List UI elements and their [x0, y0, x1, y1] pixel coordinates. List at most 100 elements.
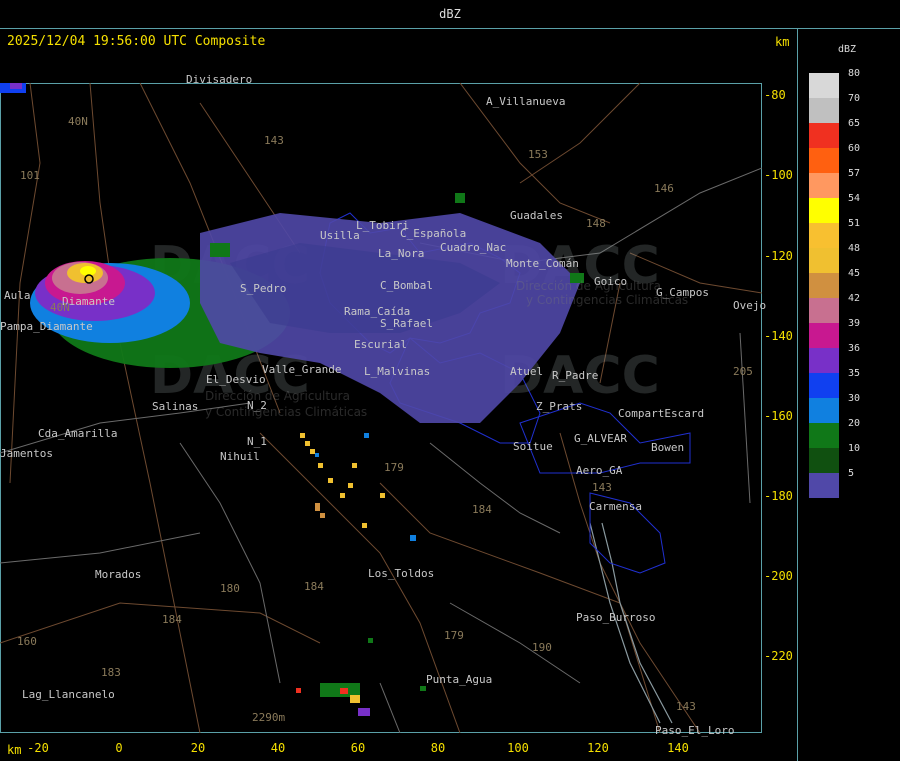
route-label: 160: [17, 635, 37, 648]
legend-label: 70: [848, 93, 861, 104]
radar-map[interactable]: 2025/12/04 19:56:00 UTC Composite km DAC…: [0, 29, 798, 761]
legend-label: 36: [848, 343, 861, 354]
place-label: Carmensa: [589, 500, 642, 513]
place-label: Divisadero: [186, 73, 253, 86]
legend-swatch: [809, 398, 839, 423]
place-label: Morados: [95, 568, 142, 581]
route-label: 180: [220, 582, 240, 595]
route-label: 143: [592, 481, 612, 494]
legend-label: 20: [848, 418, 861, 429]
place-label: Aula: [4, 289, 31, 302]
place-label: Los_Toldos: [368, 567, 435, 580]
legend-label: 39: [848, 318, 861, 329]
y-tick-label: -160: [764, 409, 793, 423]
route-label: 184: [472, 503, 492, 516]
route-label: 143: [264, 134, 284, 147]
legend-label: 80: [848, 68, 861, 79]
place-label: Escurial: [354, 338, 407, 351]
place-label: Soitue: [513, 440, 553, 453]
place-label: A_Villanueva: [486, 95, 566, 108]
y-tick-label: -180: [764, 489, 793, 503]
place-label: Paso_Burroso: [576, 611, 656, 624]
place-label: Jamentos: [0, 447, 53, 460]
place-label: Pampa_Diamante: [0, 320, 93, 333]
legend-swatch: [809, 323, 839, 348]
legend-label: 30: [848, 393, 861, 404]
x-tick-label: 120: [587, 741, 609, 755]
legend-swatch: [809, 373, 839, 398]
legend-swatch: [809, 198, 839, 223]
x-tick-label: 100: [507, 741, 529, 755]
place-label: Monte_Comán: [506, 257, 579, 270]
legend-swatch: [809, 473, 839, 498]
place-label: Cuadro_Nac: [440, 241, 507, 254]
route-label: 184: [304, 580, 324, 593]
place-label: Usilla: [320, 229, 360, 242]
place-label: Z_Prats: [536, 400, 583, 413]
place-label: Guadales: [510, 209, 563, 222]
place-label: Atuel: [510, 365, 544, 378]
legend-swatch: [809, 348, 839, 373]
legend-label: 48: [848, 243, 861, 254]
place-label: C_Española: [400, 227, 467, 240]
watermark-subtitle: Dirección de Agricultura: [205, 389, 350, 403]
route-label: 183: [101, 666, 121, 679]
legend-swatch: [809, 223, 839, 248]
place-label: R_Padre: [552, 369, 599, 382]
legend-label: 35: [848, 368, 861, 379]
legend-swatch: [809, 248, 839, 273]
legend-label: 54: [848, 193, 861, 204]
place-label: Lag_Llancanelo: [22, 688, 115, 701]
legend-label: 65: [848, 118, 861, 129]
legend-swatch: [809, 73, 839, 98]
y-tick-label: -200: [764, 569, 793, 583]
route-label: 153: [528, 148, 548, 161]
y-tick-label: -220: [764, 649, 793, 663]
place-label: C_Bombal: [380, 279, 433, 292]
legend-swatch: [809, 448, 839, 473]
y-axis-unit-label: km: [775, 35, 790, 49]
legend-swatch: [809, 98, 839, 123]
y-tick-label: -80: [764, 88, 786, 102]
place-label: S_Pedro: [240, 282, 287, 295]
route-label: 190: [532, 641, 552, 654]
x-tick-label: 60: [350, 741, 366, 755]
route-label: 205: [733, 365, 753, 378]
place-label: Punta_Agua: [426, 673, 493, 686]
place-label: N_1: [247, 435, 267, 448]
legend-swatch: [809, 123, 839, 148]
place-label: Aero_GA: [576, 464, 623, 477]
x-tick-label: 40: [270, 741, 286, 755]
legend-label: 51: [848, 218, 861, 229]
place-label: G_ALVEAR: [574, 432, 627, 445]
place-label: Cda_Amarilla: [38, 427, 118, 440]
color-legend: dBZ 80 70 65 60 57 54 51 48 45 42 39 36 35 30 20 10 5: [798, 29, 900, 761]
legend-swatch: [809, 298, 839, 323]
legend-swatch: [809, 173, 839, 198]
x-axis-unit-label: km: [7, 743, 22, 757]
watermark-subtitle: y Contingencias Climáticas: [526, 293, 689, 307]
x-tick-label: -20: [27, 741, 49, 755]
place-label: Nihuil: [220, 450, 260, 463]
route-label: 179: [444, 629, 464, 642]
route-label: 2290m: [252, 711, 286, 724]
legend-swatch: [809, 148, 839, 173]
legend-label: 10: [848, 443, 861, 454]
watermark-subtitle: Dirección de Agricultura: [516, 279, 661, 293]
place-label: L_Malvinas: [364, 365, 431, 378]
route-label: 143: [676, 700, 696, 713]
watermark-subtitle: y Contingencias Climáticas: [205, 405, 368, 419]
legend-swatch: [809, 273, 839, 298]
place-label: Ovejo: [733, 299, 767, 312]
route-label: 101: [20, 169, 40, 182]
place-label: S_Rafael: [380, 317, 433, 330]
y-tick-label: -100: [764, 168, 793, 182]
place-label: La_Nora: [378, 247, 425, 260]
place-label: Salinas: [152, 400, 199, 413]
place-label: Valle_Grande: [262, 363, 342, 376]
route-label: 148: [586, 217, 606, 230]
y-tick-label: -120: [764, 249, 793, 263]
legend-label: 5: [848, 468, 855, 479]
header-title: dBZ: [439, 7, 461, 21]
place-label: Bowen: [651, 441, 685, 454]
